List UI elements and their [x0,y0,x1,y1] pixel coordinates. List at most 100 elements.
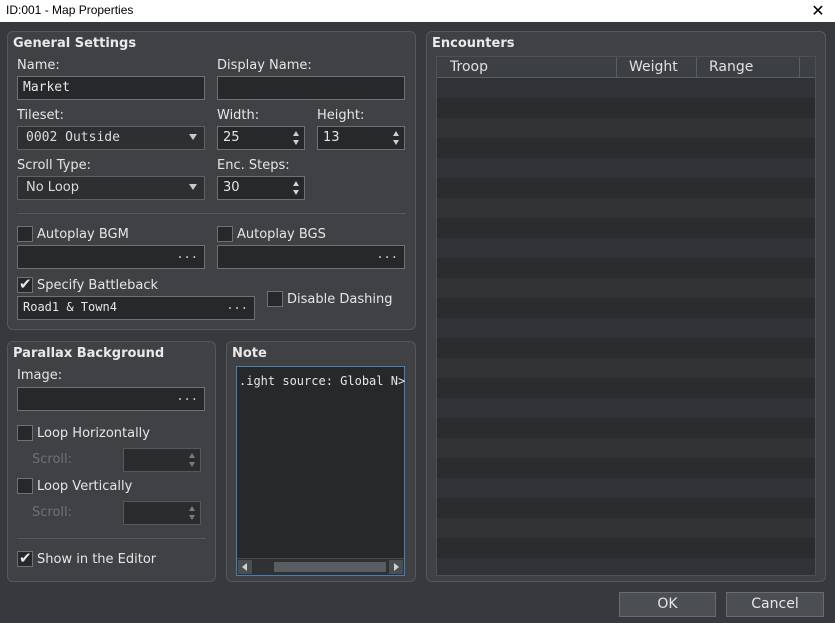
encounters-table[interactable]: Troop Weight Range [436,56,816,576]
tileset-select[interactable]: 0002 Outside [17,126,205,150]
encounters-header: Troop Weight Range [437,57,815,78]
column-header-troop[interactable]: Troop [437,57,617,77]
specify-battleback-label: Specify Battleback [37,278,159,293]
enc-steps-value: 30 [223,180,240,195]
name-input[interactable]: Market [17,76,205,100]
specify-battleback-checkbox[interactable]: ✔ [17,275,33,293]
scroll-type-label: Scroll Type: [17,158,92,173]
table-row[interactable] [437,458,815,478]
scroll-h-label: Scroll: [32,452,73,467]
spin-up-icon[interactable] [293,131,299,136]
title-bar: ID:001 - Map Properties ✕ [0,0,835,22]
show-in-editor-label: Show in the Editor [37,552,157,567]
height-spinbox[interactable]: 13 [317,126,405,150]
ellipsis-button[interactable]: ... [376,247,398,261]
note-hscrollbar[interactable] [237,558,404,575]
table-row[interactable] [437,178,815,198]
table-row[interactable] [437,338,815,358]
ellipsis-button[interactable]: ... [226,298,248,312]
table-row[interactable] [437,438,815,458]
height-label: Height: [317,108,365,123]
encounters-title: Encounters [432,36,515,51]
chevron-down-icon [189,184,197,190]
spin-down-icon[interactable] [293,140,299,145]
scroll-left-icon[interactable] [238,560,252,574]
width-label: Width: [217,108,260,123]
loop-vertically-label: Loop Vertically [37,479,133,494]
display-name-label: Display Name: [217,58,312,73]
width-value: 25 [223,130,240,145]
table-row[interactable] [437,238,815,258]
battleback-value: Road1 & Town4 [23,300,117,314]
tileset-value: 0002 Outside [26,130,120,145]
cancel-button[interactable]: Cancel [726,592,824,617]
spin-down-icon[interactable] [189,462,195,467]
width-spinbox[interactable]: 25 [217,126,305,150]
autoplay-bgs-field[interactable]: ... [217,245,405,269]
table-row[interactable] [437,198,815,218]
autoplay-bgs-checkbox[interactable] [217,226,233,242]
scroll-type-select[interactable]: No Loop [17,176,205,200]
column-header-weight[interactable]: Weight [617,57,697,77]
autoplay-bgm-checkbox[interactable] [17,226,33,242]
spin-up-icon[interactable] [293,181,299,186]
autoplay-bgm-field[interactable]: ... [17,245,205,269]
ellipsis-button[interactable]: ... [176,247,198,261]
check-icon: ✔ [19,549,32,567]
table-row[interactable] [437,98,815,118]
parallax-title: Parallax Background [13,346,165,361]
scroll-v-spinbox[interactable] [123,501,201,525]
table-row[interactable] [437,378,815,398]
table-row[interactable] [437,478,815,498]
parallax-image-field[interactable]: ... [17,387,205,411]
table-row[interactable] [437,398,815,418]
spin-down-icon[interactable] [189,515,195,520]
ellipsis-button[interactable]: ... [176,389,198,403]
table-row[interactable] [437,278,815,298]
table-row[interactable] [437,258,815,278]
table-row[interactable] [437,218,815,238]
column-header-range[interactable]: Range [697,57,800,77]
note-textarea[interactable]: .ight source: Global N> [236,366,405,576]
scroll-h-spinbox[interactable] [123,448,201,472]
autoplay-bgs-label: Autoplay BGS [237,227,326,242]
table-row[interactable] [437,78,815,98]
table-row[interactable] [437,358,815,378]
enc-steps-spinbox[interactable]: 30 [217,176,305,200]
table-row[interactable] [437,538,815,558]
spin-down-icon[interactable] [293,190,299,195]
scroll-type-value: No Loop [26,180,79,195]
spin-up-icon[interactable] [393,131,399,136]
image-label: Image: [17,368,63,383]
table-row[interactable] [437,138,815,158]
table-row[interactable] [437,418,815,438]
display-name-input[interactable] [217,76,405,100]
name-label: Name: [17,58,60,73]
spin-up-icon[interactable] [189,453,195,458]
scroll-right-icon[interactable] [389,560,403,574]
show-in-editor-checkbox[interactable]: ✔ [17,549,33,567]
spin-up-icon[interactable] [189,506,195,511]
table-row[interactable] [437,558,815,575]
enc-steps-label: Enc. Steps: [217,158,290,173]
general-settings-title: General Settings [13,36,137,51]
spin-down-icon[interactable] [393,140,399,145]
loop-vertically-checkbox[interactable] [17,478,33,494]
table-row[interactable] [437,498,815,518]
window-title: ID:001 - Map Properties [6,3,134,17]
table-row[interactable] [437,298,815,318]
ok-button[interactable]: OK [619,592,716,617]
table-row[interactable] [437,118,815,138]
tileset-label: Tileset: [17,108,65,123]
close-icon[interactable]: ✕ [807,0,829,22]
loop-horizontally-checkbox[interactable] [17,425,33,441]
table-row[interactable] [437,518,815,538]
table-row[interactable] [437,318,815,338]
scroll-thumb[interactable] [274,562,386,572]
disable-dashing-checkbox[interactable] [267,291,283,307]
note-text: .ight source: Global N> [239,374,406,388]
note-title: Note [232,346,267,361]
table-row[interactable] [437,158,815,178]
autoplay-bgm-label: Autoplay BGM [37,227,129,242]
battleback-field[interactable]: Road1 & Town4 ... [17,296,255,320]
